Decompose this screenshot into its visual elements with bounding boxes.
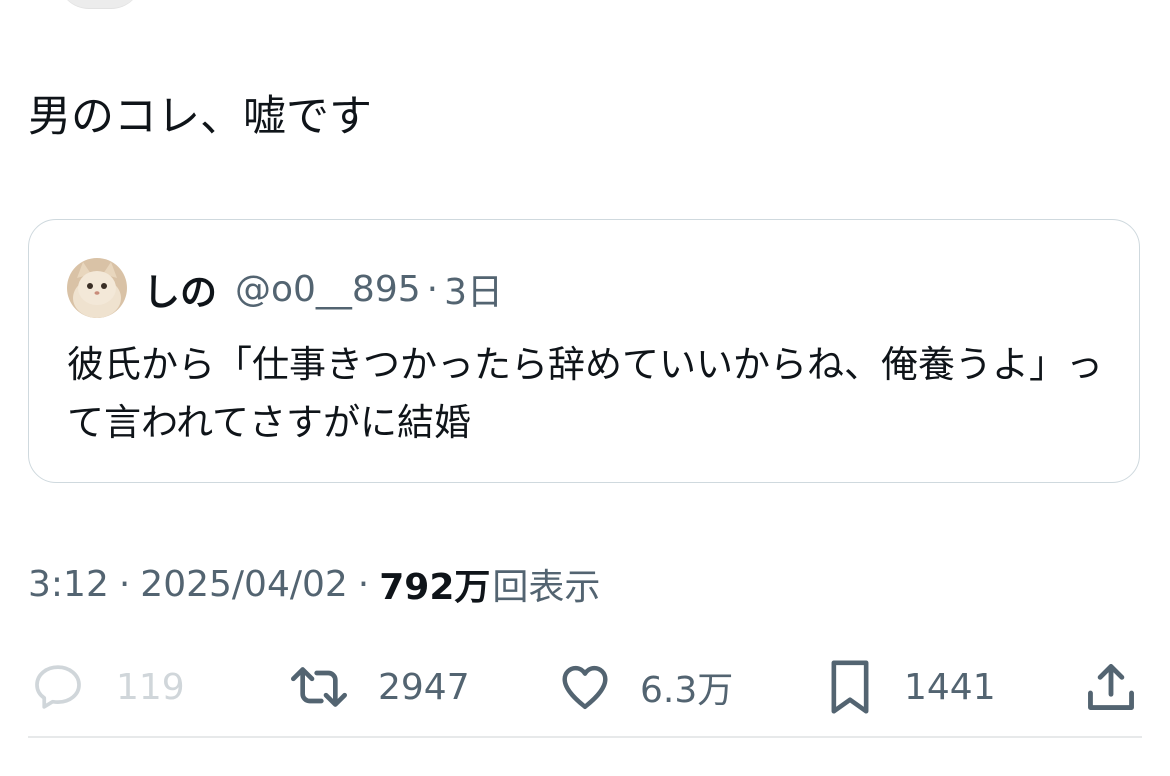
- quoted-author-name[interactable]: しの: [143, 262, 217, 316]
- action-bar: 119 2947 6.3万 1441: [0, 650, 1170, 724]
- retweet-button[interactable]: 2947: [286, 650, 470, 724]
- meta-separator: ·: [357, 563, 370, 605]
- cat-avatar-image: [67, 258, 127, 318]
- tweet-time[interactable]: 3:12: [28, 564, 109, 605]
- meta-separator: ·: [118, 563, 131, 605]
- views-label: 回表示: [492, 567, 601, 608]
- tweet-date[interactable]: 2025/04/02: [140, 564, 348, 605]
- reply-icon: [30, 659, 86, 715]
- heart-icon: [556, 659, 614, 715]
- retweet-count: 2947: [378, 666, 470, 708]
- tweet-meta: 3:12 · 2025/04/02 · 792万 回表示: [28, 556, 600, 612]
- bookmark-count: 1441: [904, 666, 996, 708]
- quoted-tweet-time[interactable]: 3日: [444, 263, 503, 315]
- quoted-author-handle[interactable]: @o0__895: [235, 269, 421, 310]
- share-icon: [1082, 658, 1140, 716]
- quoted-tweet-header: しの @o0__895 · 3日: [143, 262, 503, 316]
- reply-button[interactable]: 119: [30, 650, 185, 724]
- quoted-tweet-card[interactable]: しの @o0__895 · 3日 彼氏から「仕事きつかったら辞めていいからね、俺…: [28, 219, 1140, 483]
- tweet-text: 男のコレ、嘘です: [28, 92, 372, 142]
- author-avatar[interactable]: [58, 0, 142, 9]
- header-separator: ·: [426, 268, 439, 310]
- quoted-tweet-text: 彼氏から「仕事きつかったら辞めていいからね、俺養うよ」って言われてさすがに結婚: [67, 343, 1103, 444]
- views-count[interactable]: 792万: [379, 558, 490, 610]
- like-count: 6.3万: [640, 670, 734, 711]
- retweet-icon: [286, 659, 352, 715]
- share-button[interactable]: [1082, 650, 1140, 724]
- bookmark-icon: [822, 657, 878, 717]
- like-button[interactable]: 6.3万: [556, 650, 733, 724]
- bookmark-button[interactable]: 1441: [822, 650, 996, 724]
- reply-count: 119: [116, 666, 185, 708]
- quoted-author-avatar[interactable]: [67, 258, 127, 318]
- divider: [28, 736, 1142, 738]
